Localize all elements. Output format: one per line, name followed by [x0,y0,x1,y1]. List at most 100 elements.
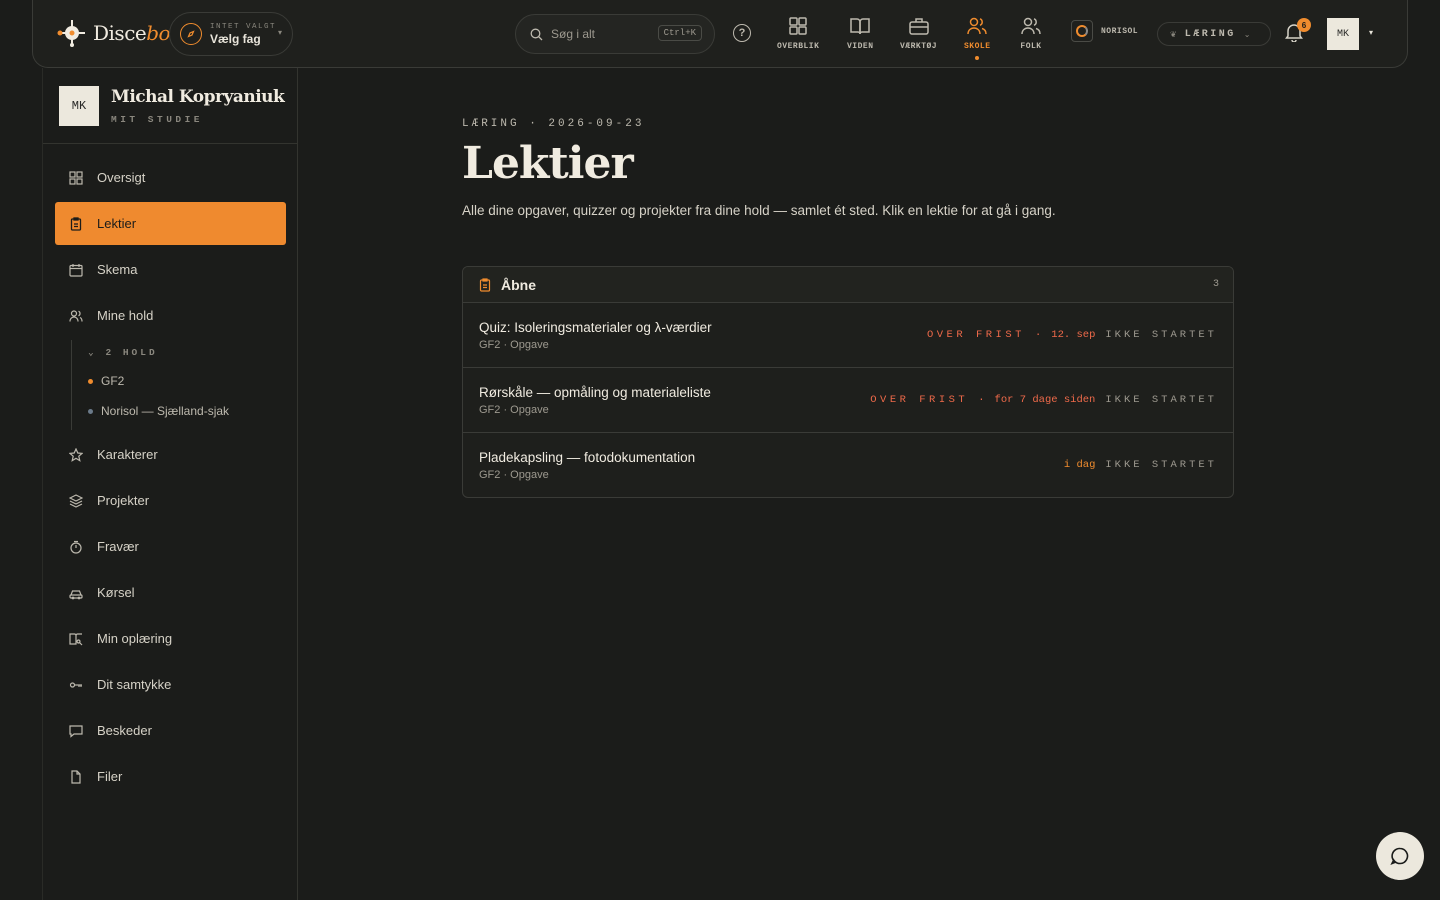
hold-item-norisol[interactable]: Norisol — Sjælland-sjak [88,404,229,418]
chevron-down-icon: ⌄ [88,347,97,358]
book-icon [850,18,870,35]
due-date: for 7 dage siden [994,394,1096,406]
hold-group: ⌄ 2 HOLD GF2 Norisol — Sjælland-sjak [71,340,271,430]
notification-badge: 6 [1297,18,1311,32]
subject-picker-label: INTET VALGT [210,22,277,31]
user-avatar[interactable]: MK [1327,18,1359,50]
avatar: MK [59,86,99,126]
org-logo-icon [1071,20,1093,42]
key-icon [69,678,83,692]
nav-label: VÆRKTØJ [900,42,938,51]
sidebar-item-label: Kørsel [97,585,135,600]
person-icon [1021,17,1041,35]
grid-icon [789,17,807,35]
main-content: LÆRING · 2026-09-23 Lektier Alle dine op… [462,118,1234,498]
separator: · [978,394,985,406]
nav-label: FOLK [1020,42,1042,51]
sidebar-item-projekter[interactable]: Projekter [55,479,286,522]
due-date: i dag [1063,459,1096,471]
search-placeholder: Søg i alt [551,27,596,41]
assignment-row[interactable]: Quiz: Isoleringsmaterialer og λ-værdier … [463,303,1233,368]
sidebar-item-korsel[interactable]: Kørsel [55,571,286,614]
status-badge: IKKE STARTET [1105,394,1217,406]
hold-color-dot [88,408,93,414]
hold-group-header[interactable]: ⌄ 2 HOLD [88,347,158,358]
assignment-row[interactable]: Rørskåle — opmåling og materialeliste GF… [463,368,1233,433]
status-badge: IKKE STARTET [1105,459,1217,471]
hold-item-gf2[interactable]: GF2 [88,374,124,388]
sidebar-item-skema[interactable]: Skema [55,248,286,291]
nav-viden[interactable]: VIDEN [847,16,874,51]
panel-count: 3 [1212,279,1219,290]
compass-icon [180,23,202,45]
sidebar-item-min-oplaering[interactable]: Min oplæring [55,617,286,660]
sidebar-item-dit-samtykke[interactable]: Dit samtykke [55,663,286,706]
nav-skole[interactable]: SKOLE [964,16,991,60]
dashboard-icon [69,170,83,185]
due-date: 12. sep [1051,329,1096,341]
page-title: Lektier [462,138,634,189]
message-icon [69,724,83,738]
mode-switcher[interactable]: ❦ LÆRING ⌄ [1157,22,1271,46]
search-icon [530,28,543,40]
nav-label: VIDEN [847,42,874,51]
assignment-meta: GF2 · Opgave [479,339,549,351]
briefcase-icon [908,18,929,35]
profile-name: Michal Kopryaniuk [111,87,285,107]
subject-picker-value: Vælg fag [210,31,261,46]
assignment-status: OVER FRIST · 12. sep IKKE STARTET [927,329,1217,341]
nav-label: OVERBLIK [777,42,820,51]
people-icon [967,17,987,35]
subject-picker[interactable]: INTET VALGT Vælg fag ▾ [169,12,293,56]
assignment-title: Quiz: Isoleringsmaterialer og λ-værdier [479,320,712,335]
search-input[interactable]: Søg i alt Ctrl+K [515,14,715,54]
org-switcher[interactable]: NORISOL [1071,20,1138,42]
compass-logo-icon [57,18,87,48]
search-shortcut: Ctrl+K [657,25,702,41]
sidebar-item-fravaer[interactable]: Fravær [55,525,286,568]
brand-logo[interactable]: Discebo [57,18,171,48]
chat-button[interactable] [1376,832,1424,880]
calendar-icon [69,263,83,277]
brand-name: Discebo [93,21,171,45]
nav-folk[interactable]: FOLK [1020,16,1042,51]
sidebar-item-beskeder[interactable]: Beskeder [55,709,286,752]
sidebar-item-label: Beskeder [97,723,152,738]
sidebar-item-lektier[interactable]: Lektier [55,202,286,245]
sidebar-item-label: Fravær [97,539,139,554]
sidebar-item-filer[interactable]: Filer [55,755,286,798]
sidebar-item-label: Filer [97,769,123,784]
nav-overblik[interactable]: OVERBLIK [777,16,819,51]
assignment-title: Pladekapsling — fotodokumentation [479,450,696,465]
separator: · [1034,329,1042,341]
assignment-status: OVER FRIST · for 7 dage siden IKKE START… [870,394,1217,406]
file-icon [69,769,83,784]
panel-title: Åbne [501,276,536,293]
nav-vaerktoj[interactable]: VÆRKTØJ [900,16,937,51]
overdue-label: OVER FRIST [870,394,969,406]
org-name: NORISOL [1101,26,1139,36]
sidebar-item-label: Projekter [97,493,150,508]
profile-subtitle: MIT STUDIE [111,114,204,125]
hold-item-label: GF2 [101,374,125,388]
chevron-down-icon[interactable]: ▾ [1369,28,1373,37]
layers-icon [69,493,83,508]
sidebar-item-label: Skema [97,262,138,277]
breadcrumb: LÆRING · 2026-09-23 [462,118,645,130]
status-badge: IKKE STARTET [1105,329,1217,341]
panel-header: Åbne 3 [463,267,1233,303]
help-icon[interactable]: ? [733,24,751,42]
sidebar-item-label: Karakterer [97,447,158,462]
sidebar-item-label: Lektier [97,216,137,231]
sidebar-item-label: Oversigt [97,170,146,185]
sidebar-item-mine-hold[interactable]: Mine hold [55,294,286,337]
clipboard-icon [69,216,83,231]
sidebar-item-oversigt[interactable]: Oversigt [55,156,286,199]
sidebar-item-label: Dit samtykke [97,677,172,692]
overdue-label: OVER FRIST [926,329,1025,341]
assignment-row[interactable]: Pladekapsling — fotodokumentation GF2 · … [463,433,1233,497]
assignment-meta: GF2 · Opgave [479,404,549,416]
sidebar-item-karakterer[interactable]: Karakterer [55,433,286,476]
chat-bubble-icon [1390,847,1409,865]
car-icon [69,586,83,600]
